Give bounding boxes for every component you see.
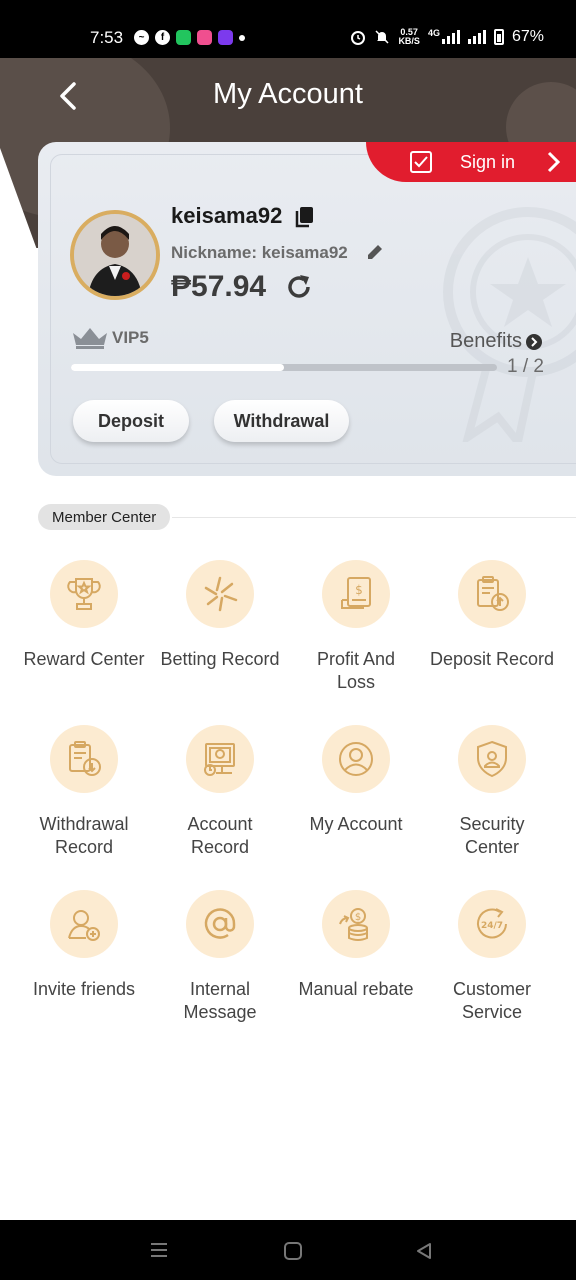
svg-text:$: $ [355,912,361,923]
messenger-icon: ~ [134,30,149,45]
sign-in-button[interactable]: Sign in [366,142,576,182]
vip-level: VIP5 [112,328,149,347]
internal-message-item[interactable]: Internal Message [152,890,288,1055]
user-add-icon [50,890,118,958]
recent-apps-icon[interactable] [150,1242,168,1258]
account-record-label: Account Record [187,814,253,857]
invite-friends-item[interactable]: Invite friends [16,890,152,1055]
security-center-label: Security Center [459,814,525,857]
status-right: 0.57 KB/S 4G 67% [350,28,544,46]
home-icon[interactable] [284,1242,302,1260]
vip-progress-fill [71,364,284,371]
nickname: Nickname: keisama92 [171,243,348,262]
user-circle-icon [322,725,390,793]
sign-in-label: Sign in [460,151,516,172]
betting-record-item[interactable]: Betting Record [152,560,288,725]
customer-service-item[interactable]: 24/7 Customer Service [424,890,560,1055]
shop-app-icon [197,30,212,45]
security-center-item[interactable]: Security Center [424,725,560,890]
calendar-check-icon [410,151,432,173]
svg-text:24/7: 24/7 [481,921,503,931]
clipboard-download-icon [50,725,118,793]
shield-user-icon [458,725,526,793]
profit-and-loss-label: Profit And Loss [316,649,396,692]
back-nav-icon[interactable] [416,1242,432,1260]
signal-icon [441,30,460,44]
withdrawal-record-label: Withdrawal Record [39,814,129,857]
reward-center-item[interactable]: Reward Center [16,560,152,725]
star-burst-icon [186,560,254,628]
chevron-right-circle-icon[interactable] [526,334,542,350]
customer-service-label: Customer Service [452,979,532,1022]
signal-icon-2 [467,30,486,44]
page-title: My Account [213,78,363,110]
avatar[interactable] [70,210,160,300]
facebook-icon: f [155,30,170,45]
support-24-7-icon: 24/7 [458,890,526,958]
crown-icon [73,328,107,349]
pencil-icon[interactable] [365,242,385,262]
manual-rebate-item[interactable]: $ Manual rebate [288,890,424,1055]
divider [172,517,576,518]
clipboard-upload-icon [458,560,526,628]
manual-rebate-label: Manual rebate [298,979,414,999]
header-wedge [0,148,40,248]
chevron-right-icon [547,151,560,173]
at-sign-icon [186,890,254,958]
game-app-icon [218,30,233,45]
invite-friends-label: Invite friends [32,979,136,999]
chat-app-icon [176,30,191,45]
notification-icons: ~ f [134,30,245,45]
copy-icon[interactable] [294,205,316,229]
member-center-grid: Reward Center Betting Record $ Profit An… [16,560,560,1055]
mute-icon [375,30,389,44]
withdrawal-record-item[interactable]: Withdrawal Record [16,725,152,890]
refresh-icon[interactable] [284,272,314,302]
deposit-button[interactable]: Deposit [73,400,189,442]
member-center-heading: Member Center [38,504,171,530]
benefits-link[interactable]: Benefits [450,330,522,353]
coins-icon: $ [322,890,390,958]
net-speed: 0.57 KB/S [398,27,420,46]
medal-watermark-icon [443,207,576,442]
avatar-image [74,214,156,296]
network-type: 4G [427,28,440,38]
profit-and-loss-item[interactable]: $ Profit And Loss [288,560,424,725]
account-record-item[interactable]: Account Record [152,725,288,890]
deposit-record-item[interactable]: Deposit Record [424,560,560,725]
my-account-item[interactable]: My Account [288,725,424,890]
vip-progress-text: 1 / 2 [507,356,544,377]
account-record-icon [186,725,254,793]
system-nav-bar [0,1220,576,1280]
more-notifications-icon [239,35,245,41]
username: keisama92 [171,203,283,228]
alarm-icon [351,31,366,45]
betting-record-label: Betting Record [160,649,280,669]
vip-progress-bar [71,364,497,371]
reward-center-label: Reward Center [23,649,145,669]
svg-text:$: $ [355,583,363,597]
my-account-label: My Account [309,814,403,834]
trophy-icon [50,560,118,628]
status-time: 7:53 [90,28,124,47]
battery-level: 67% [511,28,544,45]
balance: ₱57.94 [171,270,267,303]
deposit-record-label: Deposit Record [429,649,555,669]
withdrawal-button[interactable]: Withdrawal [214,400,349,442]
document-dollar-icon: $ [322,560,390,628]
status-bar: 7:53 ~ f 0.57 KB/S 4G 67% [0,0,576,58]
internal-message-label: Internal Message [183,979,257,1022]
battery-icon [493,29,504,45]
